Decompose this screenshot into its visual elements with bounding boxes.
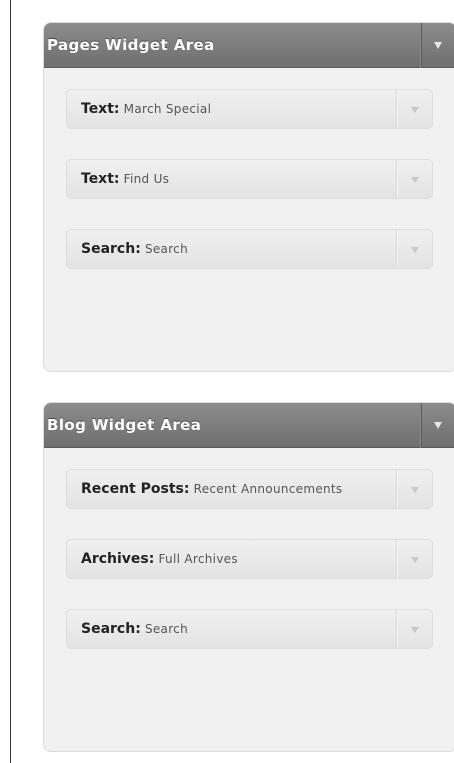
widget-separator: : [148,551,155,567]
sidebar-header[interactable]: Blog Widget Area [44,403,454,448]
sidebar-blog-widget-area: Blog Widget Area Recent Posts: Recent An… [43,402,454,752]
triangle-down-icon [411,487,419,493]
sidebar-toggle-button[interactable] [420,23,454,68]
widget-toggle-button[interactable] [396,610,432,648]
widget-separator: : [113,171,120,187]
triangle-down-icon [434,422,442,429]
sidebar-header[interactable]: Pages Widget Area [44,23,454,68]
widget-separator: : [113,101,120,117]
widget-search[interactable]: Search: Search [66,609,433,649]
widget-instance-title: Full Archives [158,552,238,566]
widgets-frame: Pages Widget Area Text: March Special Te… [10,0,454,763]
triangle-down-icon [411,107,419,113]
widget-title: Search: Search [81,241,394,257]
widget-type: Text [81,101,114,117]
widget-instance-title: Recent Announcements [193,482,343,496]
sidebar-title: Blog Widget Area [47,416,202,434]
widget-type: Text [81,171,114,187]
sidebar-pages-widget-area: Pages Widget Area Text: March Special Te… [43,22,454,372]
widget-type: Archives [81,551,149,567]
widget-instance-title: Find Us [123,172,170,186]
sidebar-toggle-button[interactable] [420,403,454,448]
triangle-down-icon [411,247,419,253]
widget-type: Search [81,621,136,637]
triangle-down-icon [411,177,419,183]
widget-title: Archives: Full Archives [81,551,394,567]
sidebar-title: Pages Widget Area [47,36,215,54]
widget-toggle-button[interactable] [396,230,432,268]
widget-text-find-us[interactable]: Text: Find Us [66,159,433,199]
widget-search[interactable]: Search: Search [66,229,433,269]
widget-title: Search: Search [81,621,394,637]
triangle-down-icon [434,42,442,49]
widget-separator: : [135,621,141,637]
widget-title: Text: Find Us [81,171,394,187]
widget-archives[interactable]: Archives: Full Archives [66,539,433,579]
widget-title: Recent Posts: Recent Announcements [81,481,394,497]
widget-toggle-button[interactable] [396,160,432,198]
widget-instance-title: March Special [123,102,212,116]
widget-type: Search [81,241,136,257]
widget-toggle-button[interactable] [396,470,432,508]
widget-toggle-button[interactable] [396,540,432,578]
widget-separator: : [183,481,190,497]
widget-type: Recent Posts [81,481,184,497]
widget-separator: : [135,241,141,257]
widget-instance-title: Search [144,242,188,256]
widget-title: Text: March Special [81,101,394,117]
widget-instance-title: Search [144,622,188,636]
widget-toggle-button[interactable] [396,90,432,128]
widget-text-march-special[interactable]: Text: March Special [66,89,433,129]
widget-recent-posts[interactable]: Recent Posts: Recent Announcements [66,469,433,509]
triangle-down-icon [411,627,419,633]
triangle-down-icon [411,557,419,563]
